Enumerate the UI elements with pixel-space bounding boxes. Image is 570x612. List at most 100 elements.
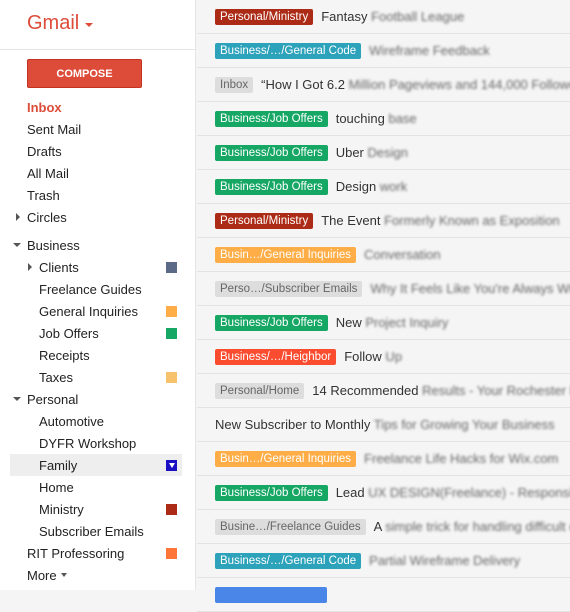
label-menu-icon[interactable] xyxy=(166,460,177,471)
email-row[interactable]: Business/Job OffersNew Project Inquiry xyxy=(197,306,570,340)
subject-text-blurred: Results - Your Rochester Home xyxy=(419,383,570,398)
collapse-arrow-icon[interactable] xyxy=(13,397,21,401)
sidebar-item-business[interactable]: Business xyxy=(0,234,196,256)
sidebar-item-ministry[interactable]: Ministry xyxy=(0,498,196,520)
subject-text: Design xyxy=(336,179,376,194)
caret-down-icon xyxy=(61,573,67,577)
email-subject: Freelance Life Hacks for Wix.com xyxy=(364,451,558,466)
label-tag[interactable]: Busin…/General Inquiries xyxy=(215,451,356,467)
sidebar-item-trash[interactable]: Trash xyxy=(0,184,196,206)
sidebar-item-inbox[interactable]: Inbox xyxy=(0,96,196,118)
subject-text-blurred: work xyxy=(376,179,407,194)
sidebar-item-label: Family xyxy=(39,458,77,473)
label-color-swatch[interactable] xyxy=(166,504,177,515)
email-row[interactable]: Business/…/General CodePartial Wireframe… xyxy=(197,544,570,578)
sidebar-item-label: Inbox xyxy=(27,100,62,115)
email-row[interactable]: Busin…/General Inquiries Freelance Life H… xyxy=(197,442,570,476)
sidebar: Gmail COMPOSE Inbox Sent Mail Drafts All Ma… xyxy=(0,0,196,590)
email-row[interactable]: Busine…/Freelance GuidesA simple trick f… xyxy=(197,510,570,544)
sidebar-item-home[interactable]: Home xyxy=(0,476,196,498)
gmail-menu[interactable]: Gmail xyxy=(27,12,93,35)
email-row[interactable]: Business/Job OffersLead UX DESIGN(Freela… xyxy=(197,476,570,510)
sidebar-item-label: More xyxy=(27,568,57,583)
sidebar-item-circles[interactable]: Circles xyxy=(0,206,196,228)
compose-button[interactable]: COMPOSE xyxy=(27,59,142,88)
label-tag[interactable]: Business/Job Offers xyxy=(215,179,328,195)
email-row[interactable]: Busin…/General InquiriesConversation xyxy=(197,238,570,272)
sidebar-item-personal[interactable]: Personal xyxy=(0,388,196,410)
subject-text: A xyxy=(374,519,382,534)
sidebar-item-family[interactable]: Family xyxy=(10,454,182,476)
subject-text-blurred: Design xyxy=(364,145,408,160)
sidebar-item-freelance-guides[interactable]: Freelance Guides xyxy=(0,278,196,300)
label-tag[interactable]: Busin…/General Inquiries xyxy=(215,247,356,263)
email-row[interactable]: Inbox“How I Got 6.2 Million Pageviews an… xyxy=(197,68,570,102)
label-tag[interactable]: Business/Job Offers xyxy=(215,485,328,501)
sidebar-item-dyfr-workshop[interactable]: DYFR Workshop xyxy=(0,432,196,454)
sidebar-item-receipts[interactable]: Receipts xyxy=(0,344,196,366)
label-tag[interactable]: Personal/Home xyxy=(215,383,304,399)
label-tag[interactable]: Business/Job Offers xyxy=(215,315,328,331)
sidebar-item-taxes[interactable]: Taxes xyxy=(0,366,196,388)
email-subject: Uber Design xyxy=(336,145,408,160)
expand-arrow-icon[interactable] xyxy=(28,263,32,271)
sidebar-item-clients[interactable]: Clients xyxy=(0,256,196,278)
subject-text: The Event xyxy=(321,213,380,228)
sidebar-item-job-offers[interactable]: Job Offers xyxy=(0,322,196,344)
sidebar-item-all-mail[interactable]: All Mail xyxy=(0,162,196,184)
label-color-swatch[interactable] xyxy=(166,372,177,383)
subject-text: Fantasy xyxy=(321,9,367,24)
subject-text-blurred: Formerly Known as Exposition xyxy=(380,213,559,228)
email-row[interactable]: Business/…/Heighbor Follow Up xyxy=(197,340,570,374)
label-tag[interactable]: Inbox xyxy=(215,77,253,93)
sidebar-item-drafts[interactable]: Drafts xyxy=(0,140,196,162)
sidebar-item-label: Sent Mail xyxy=(27,122,81,137)
label-tag[interactable]: Business/Job Offers xyxy=(215,111,328,127)
subject-text: touching xyxy=(336,111,385,126)
email-row[interactable]: Business/Job Offers Uber Design xyxy=(197,136,570,170)
email-row[interactable]: New Subscriber to Monthly Tips for Growi… xyxy=(197,408,570,442)
expand-arrow-icon[interactable] xyxy=(16,213,20,221)
collapse-arrow-icon[interactable] xyxy=(13,243,21,247)
subject-text-blurred: Up xyxy=(382,349,402,364)
email-row[interactable]: Personal/Home14 Recommended Results - Yo… xyxy=(197,374,570,408)
label-tag[interactable]: Perso…/Subscriber Emails xyxy=(215,281,362,297)
label-tag[interactable]: Busine…/Freelance Guides xyxy=(215,519,366,535)
sidebar-item-label: Freelance Guides xyxy=(39,282,142,297)
label-tag[interactable]: Business/…/General Code xyxy=(215,43,361,59)
email-row[interactable]: Business/Job Offers touching base xyxy=(197,102,570,136)
sidebar-item-rit-professoring[interactable]: RIT Professoring xyxy=(0,542,196,564)
label-color-swatch[interactable] xyxy=(166,306,177,317)
email-row[interactable]: Perso…/Subscriber Emails Why It Feels Lik… xyxy=(197,272,570,306)
sidebar-item-label: Clients xyxy=(39,260,79,275)
label-color-swatch[interactable] xyxy=(166,328,177,339)
sidebar-item-label: All Mail xyxy=(27,166,69,181)
email-subject: The Event Formerly Known as Exposition xyxy=(321,213,559,228)
subject-text-blurred: Freelance Life Hacks for Wix.com xyxy=(364,451,558,466)
label-color-swatch[interactable] xyxy=(166,548,177,559)
subject-text-blurred: base xyxy=(385,111,417,126)
label-tag[interactable]: Business/…/Heighbor xyxy=(215,349,336,365)
label-tag[interactable]: Business/Job Offers xyxy=(215,145,328,161)
sidebar-item-label: DYFR Workshop xyxy=(39,436,136,451)
email-subject: Follow Up xyxy=(344,349,402,364)
label-tag[interactable]: Personal/Ministry xyxy=(215,213,313,229)
sidebar-item-general-inquiries[interactable]: General Inquiries xyxy=(0,300,196,322)
sidebar-item-automotive[interactable]: Automotive xyxy=(0,410,196,432)
sidebar-item-more[interactable]: More xyxy=(0,564,196,586)
label-tag[interactable]: Business/…/General Code xyxy=(215,553,361,569)
sidebar-item-subscriber-emails[interactable]: Subscriber Emails xyxy=(0,520,196,542)
label-tag[interactable] xyxy=(215,587,327,603)
sidebar-item-label: Subscriber Emails xyxy=(39,524,144,539)
email-row[interactable]: Personal/MinistryFantasy Football League xyxy=(197,0,570,34)
subject-text-blurred: UX DESIGN(Freelance) - Responsive xyxy=(365,485,570,500)
label-tag[interactable]: Personal/Ministry xyxy=(215,9,313,25)
sidebar-item-sent-mail[interactable]: Sent Mail xyxy=(0,118,196,140)
email-row[interactable] xyxy=(197,578,570,612)
label-color-swatch[interactable] xyxy=(166,262,177,273)
email-row[interactable]: Personal/Ministry The Event Formerly Know… xyxy=(197,204,570,238)
email-row[interactable]: Business/…/General CodeWireframe Feedbac… xyxy=(197,34,570,68)
email-subject: New Subscriber to Monthly Tips for Growi… xyxy=(215,417,555,432)
email-subject: Why It Feels Like You're Always Wrong xyxy=(370,281,570,296)
email-row[interactable]: Business/Job Offers Design work xyxy=(197,170,570,204)
